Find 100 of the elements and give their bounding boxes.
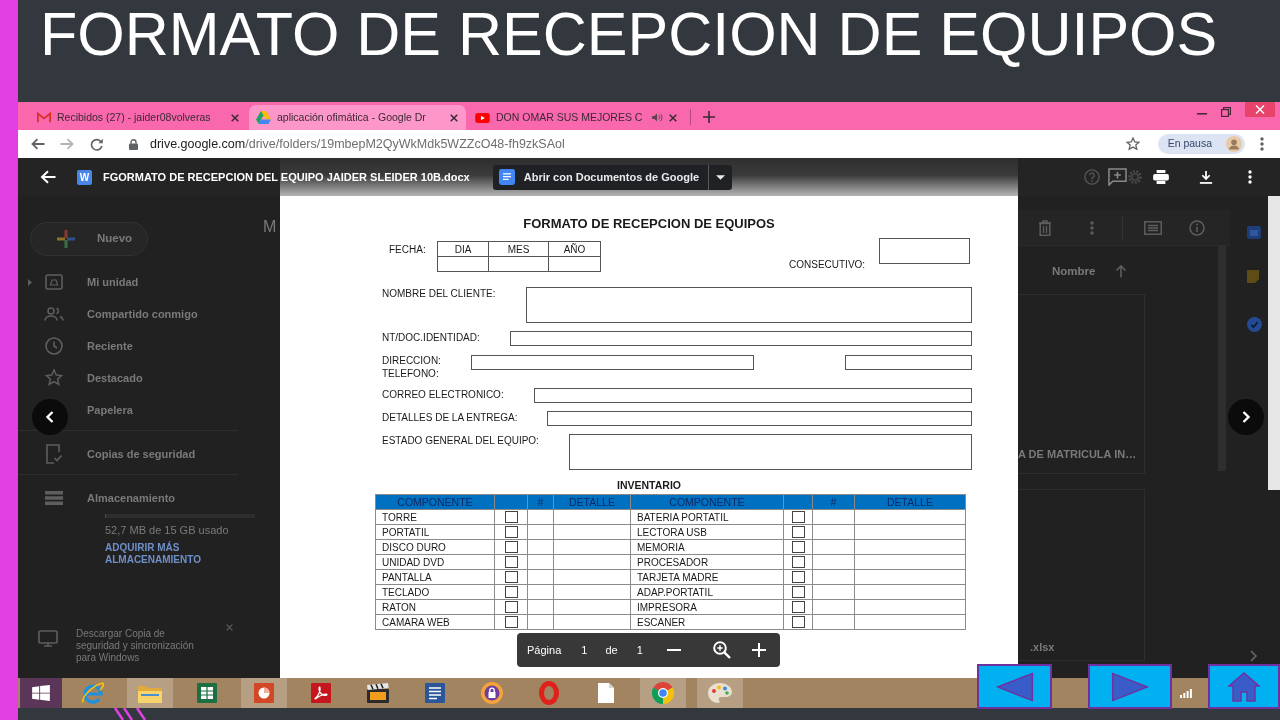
star-icon [45, 369, 63, 387]
left-triangle-icon [995, 671, 1034, 702]
field-label: TELEFONO: [382, 367, 440, 380]
sidebar-item[interactable]: Copias de seguridad [18, 438, 258, 470]
checkbox[interactable] [791, 616, 805, 628]
checkbox[interactable] [504, 571, 518, 583]
table-cell: MEMORIA [630, 539, 784, 555]
browser-tab[interactable]: Recibidos (27) - jaider08volveras [30, 105, 247, 130]
close-icon[interactable] [1245, 102, 1275, 117]
close-icon[interactable] [669, 113, 677, 122]
table-cell: UNIDAD DVD [375, 554, 495, 570]
checkbox[interactable] [791, 541, 805, 553]
add-comment-icon[interactable] [1108, 168, 1127, 186]
caret-icon[interactable] [28, 278, 32, 286]
speaker-icon[interactable] [652, 113, 663, 122]
column-header: # [812, 494, 855, 510]
arrow-up-icon[interactable] [1115, 264, 1128, 278]
next-slide-button[interactable] [1088, 664, 1172, 709]
mail-icon [37, 112, 51, 123]
close-icon[interactable] [450, 113, 458, 122]
trash-icon[interactable] [1038, 219, 1052, 236]
clock-icon [45, 337, 63, 355]
sidebar-item[interactable]: Destacado [18, 362, 258, 394]
restore-icon[interactable] [1221, 107, 1231, 117]
check-circle-icon[interactable] [1247, 317, 1262, 332]
column-header: # [527, 494, 554, 510]
table-cell: PORTATIL [375, 524, 495, 540]
table-cell: ESCANER [630, 614, 784, 630]
file-card[interactable]: A DE MATRICULA IN… [1018, 294, 1145, 474]
upgrade-link[interactable]: ADQUIRIR MÁS ALMACENAMIENTO [105, 542, 235, 566]
checkbox[interactable] [791, 571, 805, 583]
sidebar-item[interactable]: Compartido conmigo [18, 298, 258, 330]
plus-icon [57, 230, 75, 248]
monitor-icon [38, 630, 58, 647]
info-icon[interactable] [1189, 219, 1205, 236]
more-icon[interactable] [1260, 137, 1264, 151]
reload-icon[interactable] [90, 137, 103, 151]
file-card[interactable]: .xlsx [1018, 489, 1145, 661]
checkbox[interactable] [504, 526, 518, 538]
checkbox[interactable] [504, 541, 518, 553]
table-cell: TORRE [375, 509, 495, 525]
document-title: FORMATO DE RECEPCION DE EQUIPOS [522, 216, 776, 231]
sidebar-item[interactable]: Papelera [18, 394, 258, 426]
people-icon [44, 307, 64, 321]
storage-usage: 52,7 MB de 15 GB usado [105, 524, 230, 536]
magnifier-icon[interactable] [712, 641, 731, 659]
table-cell: PANTALLA [375, 569, 495, 585]
browser-tab[interactable]: DON OMAR SUS MEJORES C [468, 105, 685, 130]
address-field[interactable]: drive.google.com/drive/folders/19mbepM2QyWkMdk5WZZcO48-fh9zkSAol [150, 134, 565, 154]
table-cell: DIA [437, 241, 489, 257]
promo-text: Descargar Copia de seguridad y sincronización para Windows [76, 627, 195, 664]
checkbox[interactable] [791, 511, 805, 523]
checkbox[interactable] [504, 601, 518, 613]
sidebar-item[interactable]: Mi unidad [18, 266, 258, 298]
list-view-icon[interactable] [1144, 220, 1162, 235]
page-number-field[interactable]: 1 [581, 643, 588, 657]
checkbox[interactable] [791, 601, 805, 613]
checkbox[interactable] [791, 556, 805, 568]
more-icon[interactable] [1248, 170, 1252, 184]
print-icon[interactable] [1153, 170, 1169, 184]
checkbox[interactable] [504, 511, 518, 523]
clapperboard-icon [367, 683, 389, 703]
drive-icon [45, 274, 63, 290]
star-icon[interactable] [1125, 137, 1140, 151]
file-name: .xlsx [1030, 641, 1056, 654]
file-name: FGORMATO DE RECEPCION DEL EQUIPO JAIDER SLEIDER 10B.docx [103, 169, 470, 185]
chevron-right-icon[interactable] [1228, 399, 1264, 435]
field-label: CORREO ELECTRONICO: [382, 388, 504, 402]
checkbox[interactable] [791, 526, 805, 538]
download-icon[interactable] [1199, 170, 1213, 184]
checkbox[interactable] [504, 556, 518, 568]
start-button[interactable] [20, 678, 62, 708]
checkbox[interactable] [504, 616, 518, 628]
browser-tab[interactable]: aplicación ofimática - Google Dr [249, 105, 466, 130]
back-icon[interactable] [31, 138, 45, 150]
table-cell: RATON [375, 599, 495, 615]
profile-button[interactable]: En pausa [1157, 134, 1245, 154]
column-header: DETALLE [854, 494, 966, 510]
tablet-check-icon [46, 444, 62, 464]
open-with-button[interactable]: Abrir con Documentos de Google [492, 164, 709, 190]
sort-label[interactable]: Nombre [1052, 264, 1096, 278]
column-header: COMPONENTE [630, 494, 784, 510]
dropdown-button[interactable] [708, 164, 733, 190]
chevron-left-icon[interactable] [32, 399, 68, 435]
close-icon[interactable] [231, 113, 239, 122]
slides-icon [254, 683, 274, 703]
field-label: NOMBRE DEL CLIENTE: [382, 287, 496, 301]
avatar-icon [1226, 136, 1242, 152]
table-cell: CAMARA WEB [375, 614, 495, 630]
right-triangle-icon [1111, 671, 1149, 702]
sidebar-item[interactable]: Reciente [18, 330, 258, 362]
field-label: FECHA: [389, 243, 427, 257]
previous-slide-button[interactable] [977, 664, 1052, 709]
home-button[interactable] [1208, 664, 1280, 709]
lock-icon [129, 138, 138, 150]
new-button[interactable]: Nuevo [30, 222, 148, 256]
checkbox[interactable] [504, 586, 518, 598]
checkbox[interactable] [791, 586, 805, 598]
sidebar-item[interactable]: Almacenamiento [18, 482, 258, 514]
minus-icon[interactable] [666, 649, 681, 651]
